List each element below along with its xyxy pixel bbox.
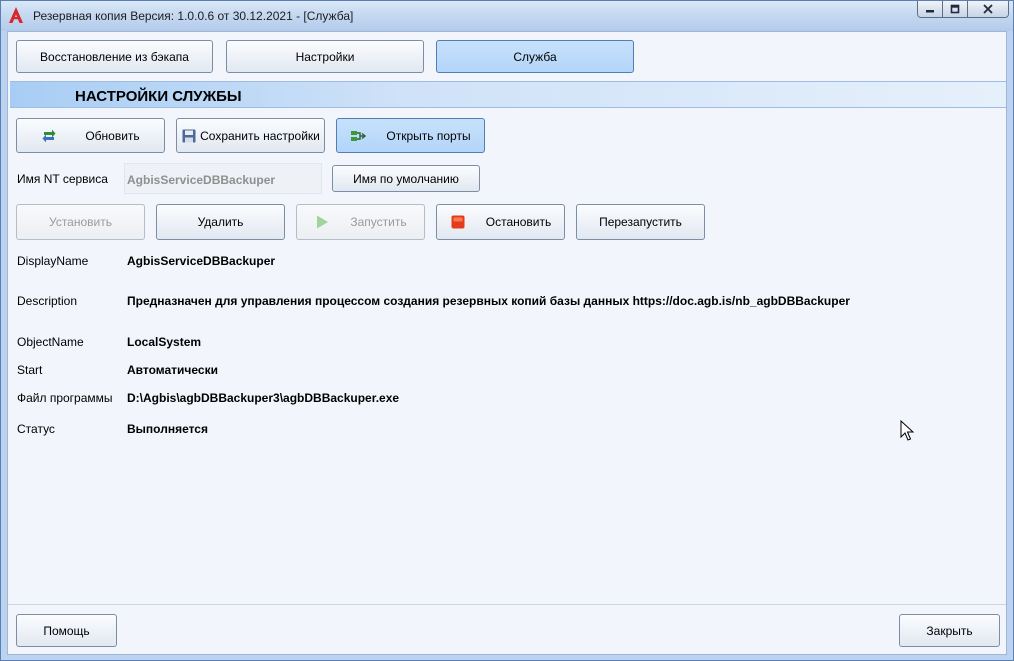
stop-label: Остановить: [485, 215, 552, 229]
description-value: Предназначен для управления процессом со…: [127, 294, 850, 308]
displayname-value: AgbisServiceDBBackuper: [127, 254, 276, 268]
close-icon: [983, 4, 993, 14]
window-controls: [917, 1, 1009, 18]
tab-service[interactable]: Служба: [436, 40, 634, 73]
open-ports-button[interactable]: Открыть порты: [336, 118, 485, 153]
displayname-label: DisplayName: [17, 254, 89, 268]
mouse-pointer-icon: [900, 420, 914, 441]
section-title: НАСТРОЙКИ СЛУЖБЫ: [75, 88, 242, 105]
maximize-icon: [950, 4, 960, 14]
stop-button[interactable]: Остановить: [436, 204, 565, 240]
minimize-button[interactable]: [918, 1, 943, 17]
start-type-value: Автоматически: [127, 363, 218, 377]
start-button[interactable]: Запустить: [296, 204, 425, 240]
app-window: Резервная копия Версия: 1.0.0.6 от 30.12…: [0, 0, 1014, 661]
minimize-icon: [926, 10, 934, 13]
save-disk-icon: [182, 129, 196, 142]
objectname-label: ObjectName: [17, 335, 84, 349]
program-file-value: D:\Agbis\agbDBBackuper3\agbDBBackuper.ex…: [127, 391, 400, 405]
maximize-button[interactable]: [943, 1, 968, 17]
refresh-label: Обновить: [85, 128, 140, 143]
section-header: НАСТРОЙКИ СЛУЖБЫ: [10, 81, 1006, 108]
stop-icon: [451, 215, 465, 229]
tab-restore[interactable]: Восстановление из бэкапа: [16, 40, 213, 73]
open-ports-label: Открыть порты: [386, 128, 471, 143]
service-name-label: Имя NT сервиса: [17, 172, 108, 186]
service-name-field[interactable]: AgbisServiceDBBackuper: [124, 163, 322, 194]
restart-button[interactable]: Перезапустить: [576, 204, 705, 240]
close-button[interactable]: Закрыть: [899, 614, 1000, 647]
delete-button[interactable]: Удалить: [156, 204, 285, 240]
help-button[interactable]: Помощь: [16, 614, 117, 647]
footer-divider: [8, 604, 1006, 605]
install-button[interactable]: Установить: [16, 204, 145, 240]
status-label: Статус: [17, 422, 55, 436]
play-icon: [317, 215, 329, 229]
description-label: Description: [17, 294, 78, 308]
start-type-label: Start: [17, 363, 43, 377]
refresh-button[interactable]: Обновить: [16, 118, 165, 153]
program-file-label: Файл программы: [17, 391, 113, 405]
tab-settings[interactable]: Настройки: [226, 40, 424, 73]
refresh-icon: [42, 129, 56, 142]
start-label: Запустить: [350, 215, 407, 229]
app-logo-icon: [9, 7, 23, 23]
window-title: Резервная копия Версия: 1.0.0.6 от 30.12…: [33, 9, 354, 23]
network-ports-icon: [351, 130, 367, 141]
client-area: Восстановление из бэкапа Настройки Служб…: [7, 31, 1007, 655]
default-name-button[interactable]: Имя по умолчанию: [332, 165, 480, 192]
status-value: Выполняется: [127, 422, 208, 436]
title-bar[interactable]: Резервная копия Версия: 1.0.0.6 от 30.12…: [1, 1, 1013, 31]
objectname-value: LocalSystem: [127, 335, 202, 349]
save-settings-button[interactable]: Сохранить настройки: [176, 118, 325, 153]
save-settings-label: Сохранить настройки: [200, 128, 320, 143]
close-window-button[interactable]: [968, 1, 1008, 17]
